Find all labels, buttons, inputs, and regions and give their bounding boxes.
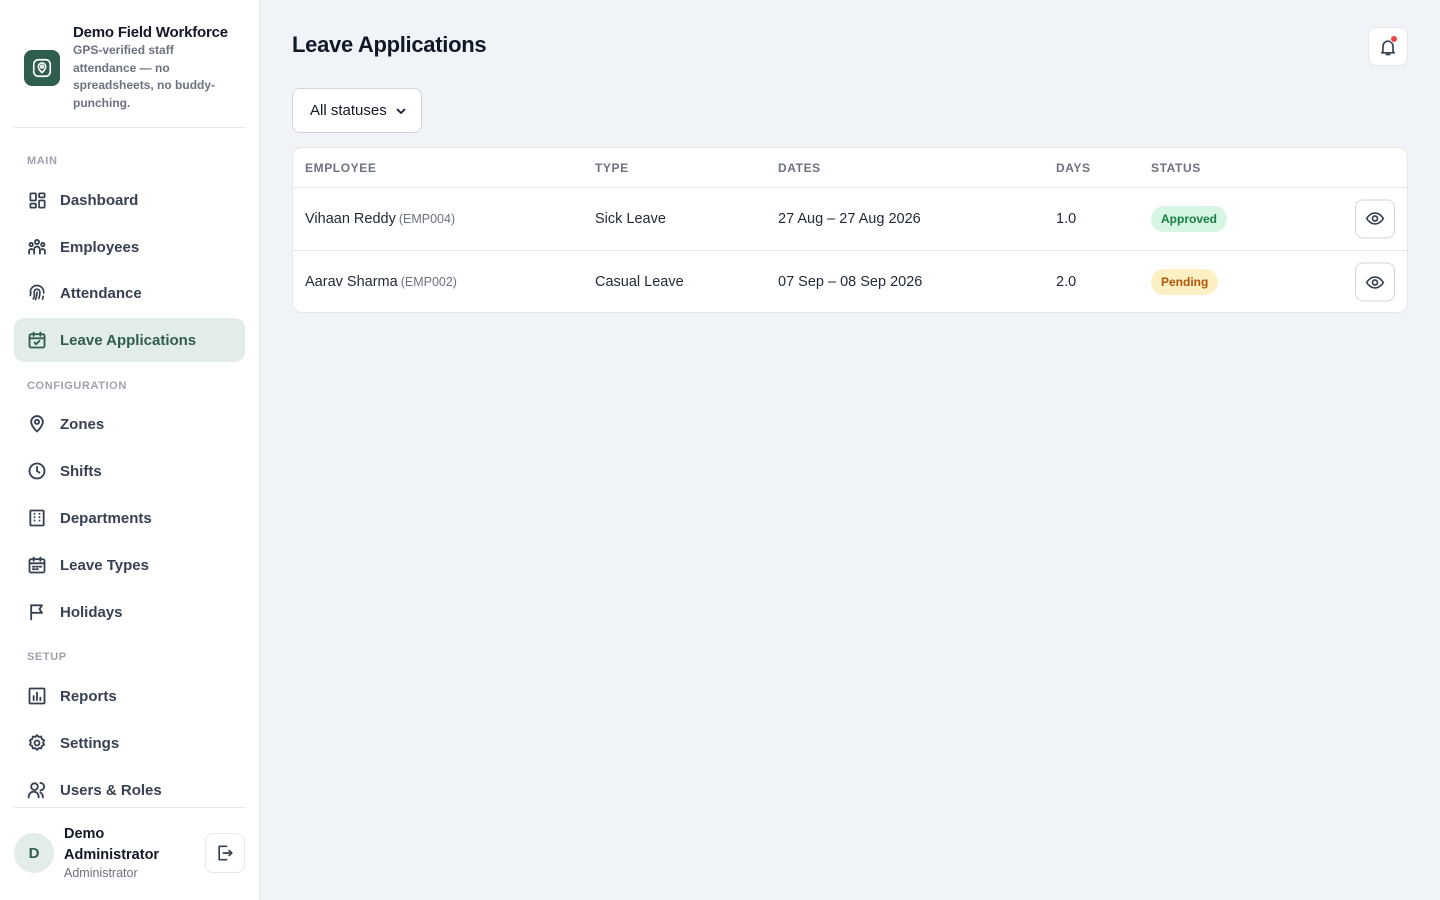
sidebar-item-shifts[interactable]: Shifts bbox=[14, 449, 245, 493]
sidebar-item-employees[interactable]: Employees bbox=[14, 225, 245, 269]
section-label-configuration: CONFIGURATION bbox=[27, 380, 127, 392]
sidebar-item-label: Dashboard bbox=[60, 191, 139, 209]
employee-code: (EMP004) bbox=[398, 211, 456, 226]
employee-code: (EMP002) bbox=[400, 275, 457, 289]
section-label-main: MAIN bbox=[27, 155, 58, 167]
sidebar-item-label: Shifts bbox=[60, 462, 102, 480]
status-filter-value: All statuses bbox=[310, 102, 387, 119]
sidebar-item-label: Holidays bbox=[60, 603, 123, 621]
people-icon bbox=[27, 237, 47, 257]
sidebar-item-dashboard[interactable]: Dashboard bbox=[14, 178, 245, 222]
status-badge: Pending bbox=[1151, 269, 1219, 295]
employee-cell: Aarav Sharma (EMP002) bbox=[305, 274, 457, 290]
sidebar-item-label: Departments bbox=[60, 509, 152, 527]
flag-icon bbox=[27, 602, 47, 622]
section-label-setup: SETUP bbox=[27, 651, 67, 663]
column-header-dates: DATES bbox=[778, 161, 821, 175]
sidebar-item-label: Attendance bbox=[60, 284, 142, 302]
dates-cell: 07 Sep – 08 Sep 2026 bbox=[778, 274, 923, 290]
sidebar-item-departments[interactable]: Departments bbox=[14, 496, 245, 540]
sidebar-item-leave-types[interactable]: Leave Types bbox=[14, 543, 245, 587]
sidebar-item-leave-applications[interactable]: Leave Applications bbox=[14, 318, 245, 362]
avatar: D bbox=[14, 833, 54, 873]
sidebar-item-label: Leave Applications bbox=[60, 331, 197, 349]
clock-icon bbox=[27, 461, 47, 481]
notifications-button[interactable] bbox=[1368, 27, 1408, 66]
sidebar-item-holidays[interactable]: Holidays bbox=[14, 590, 245, 634]
user-role: Administrator bbox=[64, 866, 138, 880]
leave-applications-table: EMPLOYEE TYPE DATES DAYS STATUS Vihaan R… bbox=[292, 147, 1408, 313]
column-header-type: TYPE bbox=[595, 161, 629, 175]
employee-name: Aarav Sharma bbox=[305, 274, 398, 290]
map-pin-icon bbox=[27, 414, 47, 434]
user-name: Demo Administrator bbox=[64, 826, 160, 863]
column-header-days: DAYS bbox=[1056, 161, 1091, 175]
sidebar-item-zones[interactable]: Zones bbox=[14, 402, 245, 446]
fingerprint-icon bbox=[27, 283, 47, 303]
bar-chart-icon bbox=[27, 686, 47, 706]
sidebar-item-label: Zones bbox=[60, 415, 105, 433]
leave-type-cell: Casual Leave bbox=[595, 274, 684, 290]
sidebar-item-settings[interactable]: Settings bbox=[14, 721, 245, 765]
calendar-check-icon bbox=[27, 330, 47, 350]
sidebar-item-label: Users & Roles bbox=[60, 781, 162, 799]
column-header-employee: EMPLOYEE bbox=[305, 161, 377, 175]
chevron-down-icon bbox=[395, 105, 407, 117]
gear-icon bbox=[27, 733, 47, 753]
brand-title: Demo Field Workforce bbox=[73, 24, 228, 41]
table-row: Aarav Sharma (EMP002) Casual Leave 07 Sep… bbox=[293, 250, 1407, 312]
sidebar-item-label: Reports bbox=[60, 687, 117, 705]
table-row: Vihaan Reddy (EMP004) Sick Leave 27 Aug –… bbox=[293, 187, 1407, 250]
building-icon bbox=[27, 508, 47, 528]
days-cell: 2.0 bbox=[1056, 274, 1077, 290]
page-title: Leave Applications bbox=[292, 32, 487, 57]
view-button[interactable] bbox=[1355, 199, 1395, 238]
days-cell: 1.0 bbox=[1056, 210, 1077, 227]
sidebar-item-label: Leave Types bbox=[60, 556, 149, 574]
sidebar-item-attendance[interactable]: Attendance bbox=[14, 271, 245, 315]
logout-icon bbox=[215, 843, 235, 863]
column-header-status: STATUS bbox=[1151, 161, 1201, 175]
employee-cell: Vihaan Reddy (EMP004) bbox=[305, 211, 455, 227]
employee-name: Vihaan Reddy bbox=[305, 210, 396, 227]
calendar-icon bbox=[27, 555, 47, 575]
sidebar: Demo Field Workforce GPS-verified staff … bbox=[0, 0, 260, 900]
leave-type-cell: Sick Leave bbox=[595, 210, 666, 227]
status-filter-select[interactable]: All statuses bbox=[292, 88, 422, 133]
sidebar-item-label: Employees bbox=[60, 238, 140, 256]
sidebar-item-users-roles[interactable]: Users & Roles bbox=[14, 768, 245, 812]
eye-icon bbox=[1365, 209, 1385, 229]
users-icon bbox=[27, 780, 47, 800]
eye-icon bbox=[1365, 272, 1385, 292]
sidebar-item-reports[interactable]: Reports bbox=[14, 674, 245, 718]
brand-block: Demo Field Workforce GPS-verified staff … bbox=[14, 14, 245, 128]
status-badge: Approved bbox=[1151, 205, 1228, 232]
user-profile: D Demo Administrator Administrator bbox=[14, 807, 245, 900]
brand-subtitle: GPS-verified staff attendance — no sprea… bbox=[73, 43, 216, 110]
logout-button[interactable] bbox=[205, 833, 245, 873]
dashboard-icon bbox=[27, 190, 47, 210]
view-button[interactable] bbox=[1355, 262, 1395, 302]
notification-dot bbox=[1390, 35, 1398, 43]
dates-cell: 27 Aug – 27 Aug 2026 bbox=[778, 210, 921, 227]
sidebar-item-label: Settings bbox=[60, 734, 120, 752]
brand-logo-icon bbox=[24, 50, 60, 86]
